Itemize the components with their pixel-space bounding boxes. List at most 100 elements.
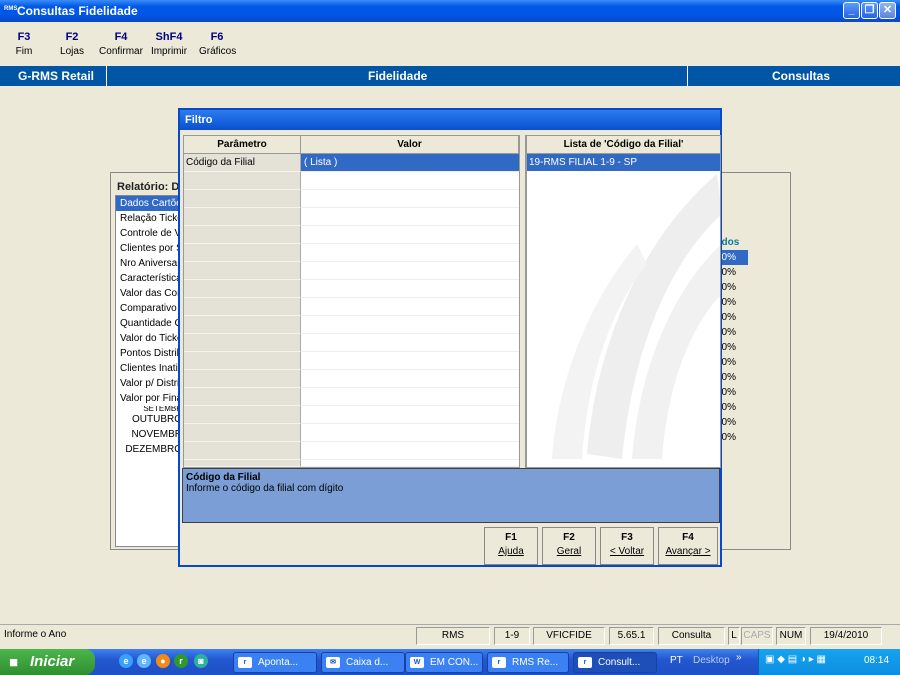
list-item[interactable]: Valor do Ticke (116, 331, 184, 346)
list-item[interactable]: Nro Aniversari (116, 256, 184, 271)
header-center: Fidelidade (368, 69, 428, 83)
list-item[interactable]: Relação Ticke (116, 211, 184, 226)
col-parametro-header: Parâmetro (184, 136, 301, 154)
param-name: Código da Filial (184, 154, 301, 172)
status-system: RMS (416, 627, 490, 645)
empty-cell (184, 460, 301, 467)
fkey-label: Fim (15, 46, 33, 57)
task-icon: r (492, 657, 506, 668)
app-icon[interactable]: ◙ (194, 654, 208, 668)
empty-cell (184, 424, 301, 442)
media-icon[interactable]: ● (156, 654, 170, 668)
task-em-con[interactable]: W EM CON... (405, 652, 483, 673)
status-caps: CAPS (741, 627, 773, 645)
empty-cell (184, 334, 301, 352)
list-item[interactable]: Clientes Inativ (116, 361, 184, 376)
fkey-fim[interactable]: F3 Fim (10, 31, 38, 57)
window-title: Consultas Fidelidade (17, 4, 138, 18)
start-label: Iniciar (30, 653, 75, 670)
fkey-confirmar[interactable]: F4 Confirmar (99, 31, 143, 57)
task-label: RMS Re... (512, 657, 559, 668)
status-num: NUM (776, 627, 806, 645)
title-bar: RMS Consultas Fidelidade _ ❐ ✕ (0, 0, 900, 22)
avancar-button[interactable]: F4 Avançar > (658, 527, 718, 565)
desktop-toolbar[interactable]: Desktop (693, 655, 730, 666)
status-l: L (728, 627, 740, 645)
task-aponta[interactable]: r Aponta... (233, 652, 317, 673)
list-item[interactable]: Pontos Distribu (116, 346, 184, 361)
browser-icon[interactable]: e (137, 654, 151, 668)
task-consult[interactable]: r Consult... (573, 652, 657, 673)
empty-cell (184, 208, 301, 226)
empty-cell (301, 334, 519, 352)
empty-cell (184, 298, 301, 316)
fkey-key: ShF4 (155, 31, 183, 43)
empty-cell (184, 442, 301, 460)
fkey-label: Imprimir (150, 46, 188, 57)
list-item[interactable]: Valor das Com (116, 286, 184, 301)
empty-cell (301, 298, 519, 316)
empty-cell (301, 244, 519, 262)
fkey-lojas[interactable]: F2 Lojas (58, 31, 86, 57)
empty-cell (301, 280, 519, 298)
fkey-imprimir[interactable]: ShF4 Imprimir (150, 31, 188, 57)
filial-list[interactable]: Lista de 'Código da Filial' 19-RMS FILIA… (526, 135, 721, 468)
chevron-right-icon[interactable]: » (736, 652, 742, 663)
empty-cell (301, 226, 519, 244)
minimize-button[interactable]: _ (843, 2, 860, 19)
watermark-logo (552, 174, 720, 459)
empty-cell (184, 406, 301, 424)
empty-cell (301, 424, 519, 442)
status-mode: Consulta (658, 627, 725, 645)
tray-icons[interactable]: ▣ ◆ ▤ ◑ ▸ ▦ (765, 654, 826, 665)
ie-icon[interactable]: e (119, 654, 133, 668)
voltar-button[interactable]: F3 < Voltar (600, 527, 654, 565)
close-button[interactable]: ✕ (879, 2, 896, 19)
function-key-bar: F3 Fim F2 Lojas F4 Confirmar ShF4 Imprim… (0, 22, 900, 66)
empty-cell (184, 190, 301, 208)
empty-cell (301, 172, 519, 190)
empty-cell (184, 244, 301, 262)
empty-cell (184, 388, 301, 406)
filial-list-header: Lista de 'Código da Filial' (527, 136, 720, 154)
empty-cell (301, 406, 519, 424)
task-label: Aponta... (258, 657, 299, 668)
task-rms-re[interactable]: r RMS Re... (487, 652, 569, 673)
fkey-label: Lojas (60, 46, 84, 57)
status-bar: Informe o Ano RMS 1-9 VFICFIDE 5.65.1 Co… (0, 624, 900, 646)
task-label: Caixa d... (346, 657, 389, 668)
empty-cell (184, 352, 301, 370)
empty-cell (301, 352, 519, 370)
task-caixa[interactable]: ✉ Caixa d... (321, 652, 405, 673)
fkey-graficos[interactable]: F6 Gráficos (199, 31, 236, 57)
col-valor-header: Valor (301, 136, 519, 154)
help-text: Informe o código da filial com dígito (186, 483, 344, 494)
start-button[interactable]: ■ Iniciar (0, 649, 95, 675)
report-list[interactable]: Dados Cartões Relação Ticke Controle de … (115, 195, 185, 547)
geral-button[interactable]: F2 Geral (542, 527, 596, 565)
empty-cell (184, 262, 301, 280)
button-label: Geral (556, 546, 582, 557)
report-title: Relatório: D (117, 181, 180, 193)
empty-cell (301, 262, 519, 280)
list-item[interactable]: Quantidade Ge (116, 316, 184, 331)
list-item[interactable]: Característica (116, 271, 184, 286)
empty-cell (301, 190, 519, 208)
list-item[interactable]: Valor p/ Distrib (116, 376, 184, 391)
app-logo: RMS (4, 6, 18, 12)
language-indicator[interactable]: PT (670, 655, 683, 666)
param-row[interactable]: Código da Filial ( Lista ) (184, 154, 519, 172)
system-tray: ▣ ◆ ▤ ◑ ▸ ▦ 08:14 (758, 649, 900, 675)
rms-icon[interactable]: r (174, 654, 188, 668)
maximize-button[interactable]: ❐ (861, 2, 878, 19)
param-value[interactable]: ( Lista ) (301, 154, 519, 172)
list-item[interactable]: Clientes por Se (116, 241, 184, 256)
empty-cell (301, 208, 519, 226)
task-icon: r (238, 657, 252, 668)
list-item[interactable]: Comparativo T (116, 301, 184, 316)
button-key: F1 (505, 532, 517, 543)
list-item[interactable]: Dados Cartões (116, 196, 184, 211)
ajuda-button[interactable]: F1 Ajuda (484, 527, 538, 565)
list-item[interactable]: Controle de Ve (116, 226, 184, 241)
list-item[interactable]: Valor por Final (116, 391, 184, 406)
